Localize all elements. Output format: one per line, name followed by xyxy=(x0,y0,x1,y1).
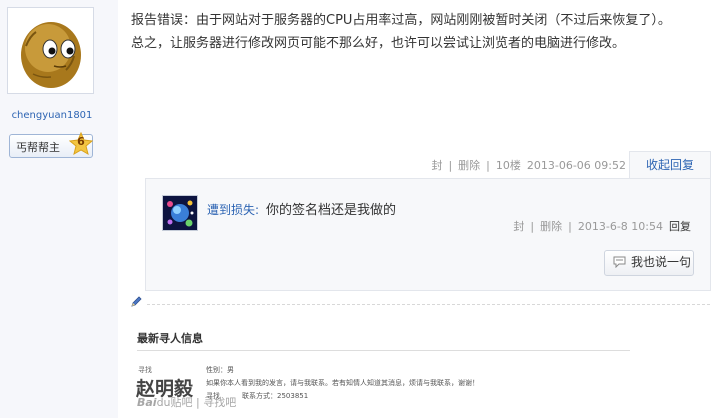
floor-number: 10楼 xyxy=(495,159,521,172)
rank-label: 丐帮帮主 xyxy=(16,141,60,154)
watermark-brand: Bai xyxy=(137,396,157,409)
pencil-icon xyxy=(131,296,142,307)
collapse-reply-button[interactable]: 收起回复 xyxy=(629,151,711,179)
author-username[interactable]: chengyuan1801 xyxy=(0,110,104,121)
signature-block: 最新寻人信息 寻找 赵明毅 性别：男 如果你本人看到我的发言，请与我联系。若有知… xyxy=(135,320,635,418)
post-meta: 封 | 删除 | 10楼 2013-06-06 09:52 xyxy=(428,157,629,173)
seal-link[interactable]: 封 xyxy=(431,159,442,172)
signature-description: 如果你本人看到我的发言，请与我联系。若有知情人知道其消息，烦请与我联系，谢谢！ xyxy=(206,379,479,387)
level-number: 6 xyxy=(77,135,85,148)
rank-badge[interactable]: 丐帮帮主 6 xyxy=(9,131,94,158)
reply-colon: : xyxy=(255,203,260,217)
reply-text: 你的签名档还是我做的 xyxy=(266,203,397,218)
delete-link[interactable]: 删除 xyxy=(458,159,480,172)
reply-delete-link[interactable]: 删除 xyxy=(540,220,562,233)
chat-bubble-icon xyxy=(613,256,626,268)
signature-title: 最新寻人信息 xyxy=(137,332,203,345)
signature-rule xyxy=(137,350,630,351)
signature-gender: 性别：男 xyxy=(206,366,234,374)
reply-panel: 遭到损失: 你的签名档还是我做的 封 | 删除 | 2013-6-8 10:54 回复 我… xyxy=(145,178,711,291)
reply-timestamp: 2013-6-8 10:54 xyxy=(577,220,663,233)
post-content: 报告错误：由于网站对于服务器的CPU占用率过高，网站刚刚被暂时关闭（不过后来恢复… xyxy=(131,9,701,55)
wallnut-avatar-icon xyxy=(21,22,81,88)
baidu-watermark: Baidu贴吧 | 寻找吧 xyxy=(137,394,236,410)
separator: | xyxy=(568,220,572,233)
reply-avatar[interactable] xyxy=(162,195,198,231)
separator: | xyxy=(486,159,490,172)
signature-contact-value: 联系方式：2503851 xyxy=(242,392,309,400)
watermark-rest: du贴吧 | 寻找吧 xyxy=(156,396,237,409)
say-something-button[interactable]: 我也说一句 xyxy=(604,250,694,276)
level-badge: 6 xyxy=(68,131,94,156)
separator: | xyxy=(448,159,453,172)
post-line: 总之，让服务器进行修改网页可能不那么好，也许可以尝试让浏览者的电脑进行修改。 xyxy=(131,36,626,51)
author-avatar[interactable] xyxy=(7,7,94,94)
author-sidebar: chengyuan1801 丐帮帮主 6 xyxy=(0,0,118,418)
reply-seal-link[interactable]: 封 xyxy=(513,220,524,233)
say-button-label: 我也说一句 xyxy=(631,255,692,269)
reply-username[interactable]: 遭到损失: xyxy=(207,201,259,218)
post-timestamp: 2013-06-06 09:52 xyxy=(526,159,626,172)
signature-divider xyxy=(147,304,710,305)
space-avatar-icon xyxy=(163,196,197,230)
post-line: 报告错误：由于网站对于服务器的CPU占用率过高，网站刚刚被暂时关闭（不过后来恢复… xyxy=(131,13,671,28)
reply-link[interactable]: 回复 xyxy=(669,220,691,233)
reply-meta: 封 | 删除 | 2013-6-8 10:54 回复 xyxy=(510,218,694,234)
separator: | xyxy=(530,220,535,233)
